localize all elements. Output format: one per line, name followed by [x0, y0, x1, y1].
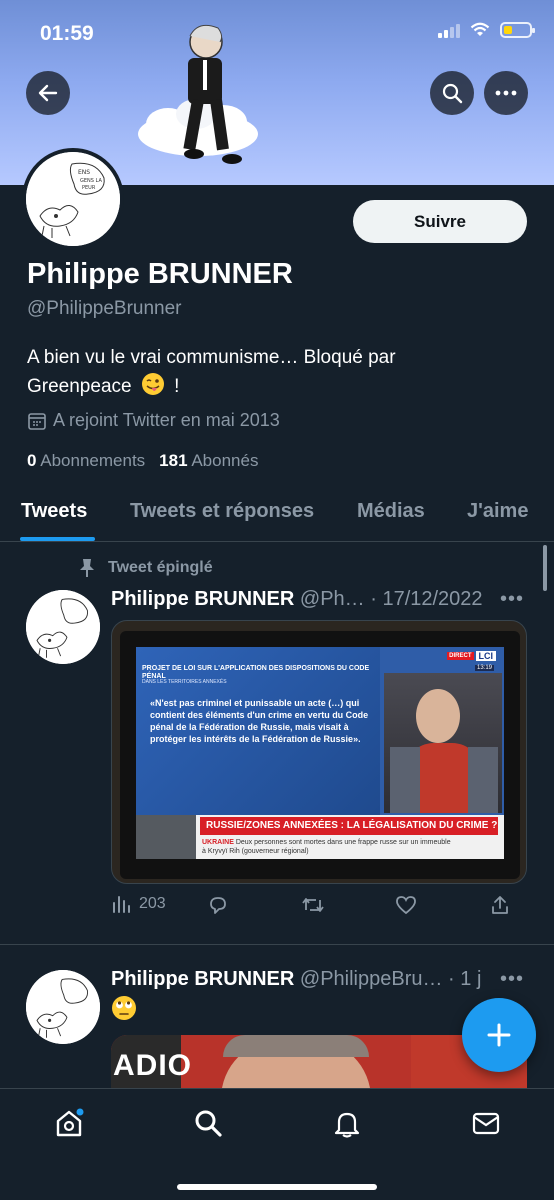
bio-line-1: A bien vu le vrai communisme… Bloqué par — [27, 347, 396, 368]
tweet-more-button[interactable]: ••• — [500, 968, 524, 991]
search-button[interactable] — [430, 71, 474, 115]
tweet-meta: @PhilippeBru… · 1 j — [299, 968, 482, 990]
tweet-author: Philippe BRUNNER — [111, 588, 295, 610]
bio-end: ! — [174, 376, 180, 397]
joined-text: A rejoint Twitter en mai 2013 — [53, 410, 280, 430]
follow-stats: 0 Abonnements 181 Abonnés — [27, 451, 258, 471]
status-icons — [438, 22, 535, 38]
tv-channel-logo: LCI — [475, 651, 496, 661]
share-button[interactable] — [489, 894, 511, 916]
cellular-signal-icon — [438, 22, 460, 38]
nav-notifications[interactable] — [327, 1105, 367, 1141]
tab-likes[interactable]: J'aime — [467, 500, 528, 523]
reply-icon — [210, 897, 226, 914]
tweet-meta: @Ph… · 17/12/2022 — [299, 588, 483, 610]
tweet-author: Philippe BRUNNER — [111, 968, 295, 990]
mail-icon — [472, 1112, 500, 1135]
following-link[interactable]: 0 Abonnements — [27, 451, 145, 471]
retweet-icon — [302, 898, 324, 912]
pinned-label: Tweet épinglé — [78, 558, 213, 578]
avatar-drawing: ENS GENS LA PEUR — [26, 152, 120, 246]
svg-text:ENS: ENS — [78, 169, 90, 176]
nav-search[interactable] — [188, 1105, 228, 1141]
joined-date: A rejoint Twitter en mai 2013 — [27, 410, 280, 431]
tv-ticker-text: Deux personnes sont mortes dans une frap… — [235, 839, 451, 846]
following-label: Abonnements — [40, 451, 146, 470]
tweet-avatar[interactable] — [26, 590, 100, 664]
arrow-left-icon — [38, 84, 58, 102]
reply-button[interactable] — [207, 894, 229, 916]
followers-label: Abonnés — [191, 451, 259, 470]
profile-avatar[interactable]: ENS GENS LA PEUR — [22, 148, 124, 250]
svg-text:PEUR: PEUR — [82, 185, 96, 191]
tweet-divider — [0, 944, 554, 945]
nav-home[interactable] — [49, 1105, 89, 1141]
winking-tongue-emoji-icon — [141, 373, 164, 395]
scrollbar[interactable] — [543, 545, 547, 591]
heart-icon — [396, 896, 416, 915]
calendar-icon — [28, 412, 46, 430]
share-icon — [492, 896, 508, 914]
like-button[interactable] — [395, 894, 417, 916]
bell-icon — [334, 1112, 360, 1138]
following-count: 0 — [27, 451, 37, 470]
tv-headline: RUSSIE/ZONES ANNEXÉES : LA LÉGALISATION … — [200, 817, 498, 835]
tab-media[interactable]: Médias — [357, 500, 425, 523]
more-horizontal-icon — [495, 90, 517, 96]
views-count: 203 — [139, 895, 166, 912]
more-options-button[interactable] — [484, 71, 528, 115]
tab-tweets[interactable]: Tweets — [21, 500, 87, 523]
tweet-header[interactable]: Philippe BRUNNER @PhilippeBru… · 1 j — [111, 968, 496, 991]
plus-icon — [487, 1023, 511, 1047]
pin-icon — [80, 559, 94, 577]
home-icon — [56, 1108, 84, 1137]
status-time: 01:59 — [40, 22, 94, 45]
nav-messages[interactable] — [466, 1105, 506, 1141]
retweet-button[interactable] — [301, 894, 325, 916]
views-chart-icon — [113, 896, 130, 913]
wifi-icon — [470, 22, 490, 36]
tv-quote: «N'est pas criminel et punissable un act… — [150, 698, 369, 744]
tv-live-badge: DIRECT — [447, 652, 474, 660]
tv-ticker-tag: UKRAINE — [202, 839, 234, 846]
tweet-header[interactable]: Philippe BRUNNER @Ph… · 17/12/2022 — [111, 588, 496, 611]
bio-line-2: Greenpeace — [27, 376, 132, 397]
tv-clock: 13:19 — [474, 665, 494, 671]
profile-handle: @PhilippeBrunner — [27, 298, 182, 319]
tweet-avatar[interactable] — [26, 970, 100, 1044]
tweet-actions: 203 — [111, 894, 511, 924]
profile-tabs: Tweets Tweets et réponses Médias J'aime — [0, 488, 554, 542]
back-button[interactable] — [26, 71, 70, 115]
avatar-drawing — [26, 590, 100, 664]
followers-link[interactable]: 181 Abonnés — [159, 451, 258, 471]
search-icon — [442, 83, 463, 104]
tv-guest-image — [384, 673, 502, 813]
svg-text:GENS LA: GENS LA — [80, 178, 102, 184]
followers-count: 181 — [159, 451, 188, 470]
follow-button[interactable]: Suivre — [353, 200, 527, 243]
compose-tweet-button[interactable] — [462, 998, 536, 1072]
tab-tweets-replies[interactable]: Tweets et réponses — [130, 500, 314, 523]
rolling-eyes-emoji-icon — [112, 996, 136, 1020]
media-sign-text: ADIO — [113, 1049, 192, 1082]
battery-icon — [500, 22, 535, 38]
search-icon — [195, 1110, 222, 1137]
profile-bio: A bien vu le vrai communisme… Bloqué par… — [27, 343, 497, 401]
profile-name: Philippe BRUNNER — [27, 258, 293, 290]
pinned-text: Tweet épinglé — [108, 559, 213, 576]
tv-subheader: DANS LES TERRITOIRES ANNEXÉS — [142, 679, 227, 685]
active-tab-indicator — [20, 537, 95, 541]
tv-ticker-text-2: à Kryvyï Rih (gouverneur régional) — [202, 848, 309, 855]
views-button[interactable]: 203 — [111, 894, 166, 914]
banner-illustration — [138, 24, 258, 164]
avatar-drawing — [26, 970, 100, 1044]
home-indicator[interactable] — [177, 1184, 377, 1190]
tweet-more-button[interactable]: ••• — [500, 588, 524, 611]
tweet-media-image[interactable]: PROJET DE LOI SUR L'APPLICATION DES DISP… — [111, 620, 527, 884]
